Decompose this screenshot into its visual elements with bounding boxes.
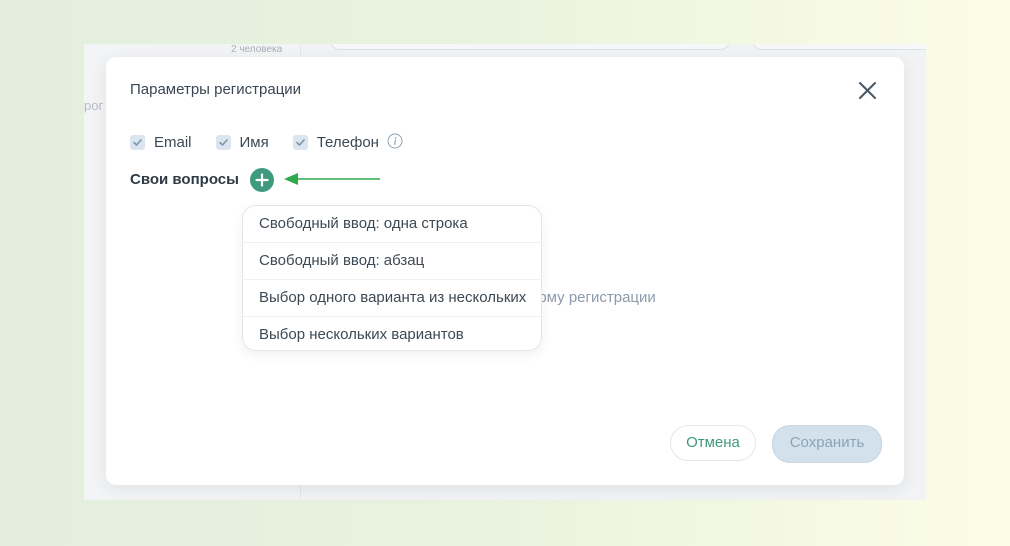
field-phone[interactable]: Телефон	[292, 133, 403, 151]
registration-settings-modal: Параметры регистрации Email Имя Телефон	[106, 57, 904, 485]
add-question-button[interactable]	[250, 168, 274, 192]
cancel-button[interactable]: Отмена	[670, 425, 756, 461]
menu-item-single-line[interactable]: Свободный ввод: одна строка	[243, 206, 541, 243]
email-label: Email	[154, 134, 192, 151]
question-type-menu: Свободный ввод: одна строка Свободный вв…	[242, 205, 542, 351]
name-checkbox[interactable]	[215, 135, 231, 150]
participants-count: 2 человека	[231, 44, 283, 55]
annotation-arrow-icon	[284, 173, 380, 185]
own-questions-label: Свои вопросы	[130, 171, 239, 188]
save-button[interactable]: Сохранить	[772, 425, 882, 463]
background-input-2	[752, 44, 926, 50]
field-email[interactable]: Email	[130, 134, 192, 151]
field-name[interactable]: Имя	[215, 134, 269, 151]
phone-label: Телефон	[316, 134, 379, 151]
modal-title: Параметры регистрации	[130, 81, 302, 98]
close-icon[interactable]	[854, 77, 882, 105]
plus-icon	[255, 173, 269, 187]
info-icon[interactable]	[387, 133, 403, 149]
menu-item-single-choice[interactable]: Выбор одного варианта из нескольких	[243, 280, 541, 317]
phone-checkbox[interactable]	[292, 135, 308, 150]
menu-item-paragraph[interactable]: Свободный ввод: абзац	[243, 243, 541, 280]
checkmark-icon	[133, 139, 142, 146]
menu-item-multiple-choice[interactable]: Выбор нескольких вариантов	[243, 317, 541, 350]
background-left-text: рог	[84, 98, 104, 113]
background-input	[330, 44, 730, 50]
empty-hint-text: орму регистрации	[530, 289, 656, 306]
registration-fields: Email Имя Телефон	[130, 133, 403, 151]
close-button[interactable]	[854, 77, 882, 105]
email-checkbox[interactable]	[130, 135, 145, 150]
name-label: Имя	[239, 134, 269, 151]
checkmark-icon	[295, 139, 305, 146]
checkmark-icon	[218, 139, 228, 146]
